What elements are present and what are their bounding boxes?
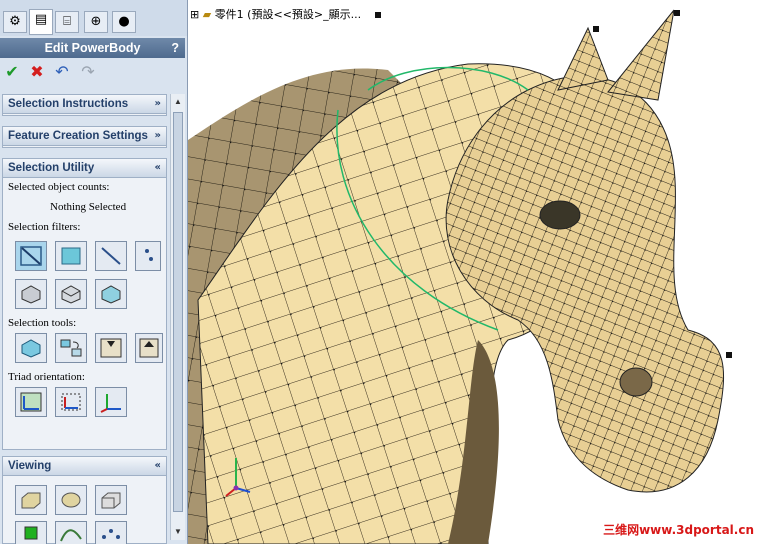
view-smooth-icon[interactable]: [55, 485, 87, 515]
ear-right: [607, 9, 675, 101]
triad-view-icon[interactable]: [55, 387, 87, 417]
feature-manager-icon[interactable]: ⚙: [3, 11, 27, 33]
counts-label: Selected object counts:: [8, 181, 110, 193]
select-all-icon[interactable]: [15, 333, 47, 363]
scroll-up-icon[interactable]: ▲: [172, 95, 184, 109]
viewing-header[interactable]: Viewing «: [3, 457, 166, 476]
manager-tabs: ⚙ ▤ ⌸ ⊕ ●: [0, 0, 187, 36]
graphics-viewport[interactable]: ⊞ ▰ 零件1 (預設<<預設>_顯示... 三维网www.3dportal.c…: [188, 0, 774, 544]
panel-title: Edit PowerBody: [44, 41, 141, 55]
filter-shell-icon[interactable]: [55, 279, 87, 309]
selection-instructions-header[interactable]: Selection Instructions »: [3, 95, 166, 114]
expand-icon[interactable]: »: [155, 95, 161, 113]
feature-creation-group[interactable]: Feature Creation Settings »: [2, 126, 167, 148]
property-manager-panel: ⚙ ▤ ⌸ ⊕ ● Edit PowerBody ? ✔ ✖ ↶ ↷ Selec…: [0, 0, 188, 544]
collapse-icon[interactable]: «: [155, 457, 161, 475]
feature-tree-root[interactable]: ⊞ ▰ 零件1 (預設<<預設>_顯示...: [190, 6, 361, 24]
dim-xpert-icon[interactable]: ⊕: [84, 11, 108, 33]
configuration-manager-icon[interactable]: ⌸: [55, 11, 79, 33]
filter-line-icon[interactable]: [95, 241, 127, 271]
tree-expand-icon[interactable]: ⊞: [190, 8, 199, 21]
cancel-button[interactable]: ✖: [28, 63, 46, 81]
filter-face-icon[interactable]: [55, 241, 87, 271]
feature-creation-header[interactable]: Feature Creation Settings »: [3, 127, 166, 146]
action-bar: ✔ ✖ ↶ ↷: [0, 60, 185, 86]
triad-world-icon[interactable]: [15, 387, 47, 417]
scroll-down-icon[interactable]: ▼: [172, 525, 184, 539]
mesh-model: [188, 9, 732, 544]
filter-edge-icon[interactable]: [15, 241, 47, 271]
watermark-text: 三维网www.3dportal.cn: [603, 523, 754, 537]
viewing-group: Viewing «: [2, 456, 167, 544]
selection-instructions-group[interactable]: Selection Instructions »: [2, 94, 167, 116]
view-points-icon[interactable]: [95, 521, 127, 544]
ok-button[interactable]: ✔: [3, 63, 21, 81]
view-box-wire-icon[interactable]: [95, 485, 127, 515]
undo-button[interactable]: ↶: [53, 63, 71, 81]
filter-pocket-icon[interactable]: [95, 279, 127, 309]
help-button[interactable]: ?: [171, 38, 179, 58]
shrink-selection-icon[interactable]: [135, 333, 163, 363]
filter-body-icon[interactable]: [15, 279, 47, 309]
nostril: [619, 367, 653, 397]
view-box-icon[interactable]: [15, 485, 47, 515]
counts-value: Nothing Selected: [50, 201, 127, 213]
panel-scrollbar[interactable]: ▲ ▼: [170, 94, 185, 540]
property-manager-icon[interactable]: ▤: [29, 9, 53, 35]
ear-left: [557, 26, 609, 91]
view-control-icon[interactable]: [15, 521, 47, 544]
filter-vertex-icon[interactable]: [135, 241, 161, 271]
triad-local-icon[interactable]: [95, 387, 127, 417]
selection-utility-header[interactable]: Selection Utility «: [3, 159, 166, 178]
invert-selection-icon[interactable]: [55, 333, 87, 363]
triad-label: Triad orientation:: [8, 371, 85, 383]
view-curve-icon[interactable]: [55, 521, 87, 544]
expand-icon[interactable]: »: [155, 127, 161, 145]
scroll-thumb[interactable]: [173, 112, 183, 512]
selection-utility-group: Selection Utility « Selected object coun…: [2, 158, 167, 450]
appearance-icon[interactable]: ●: [112, 11, 136, 33]
redo-button[interactable]: ↷: [79, 63, 97, 81]
collapse-icon[interactable]: «: [155, 159, 161, 177]
part-icon: ▰: [202, 8, 212, 21]
eye: [539, 200, 581, 230]
panel-title-bar: Edit PowerBody ?: [0, 38, 185, 58]
grow-selection-icon[interactable]: [95, 333, 127, 363]
filters-label: Selection filters:: [8, 221, 81, 233]
part-label[interactable]: 零件1 (預設<<預設>_顯示...: [215, 8, 361, 21]
tools-label: Selection tools:: [8, 317, 77, 329]
